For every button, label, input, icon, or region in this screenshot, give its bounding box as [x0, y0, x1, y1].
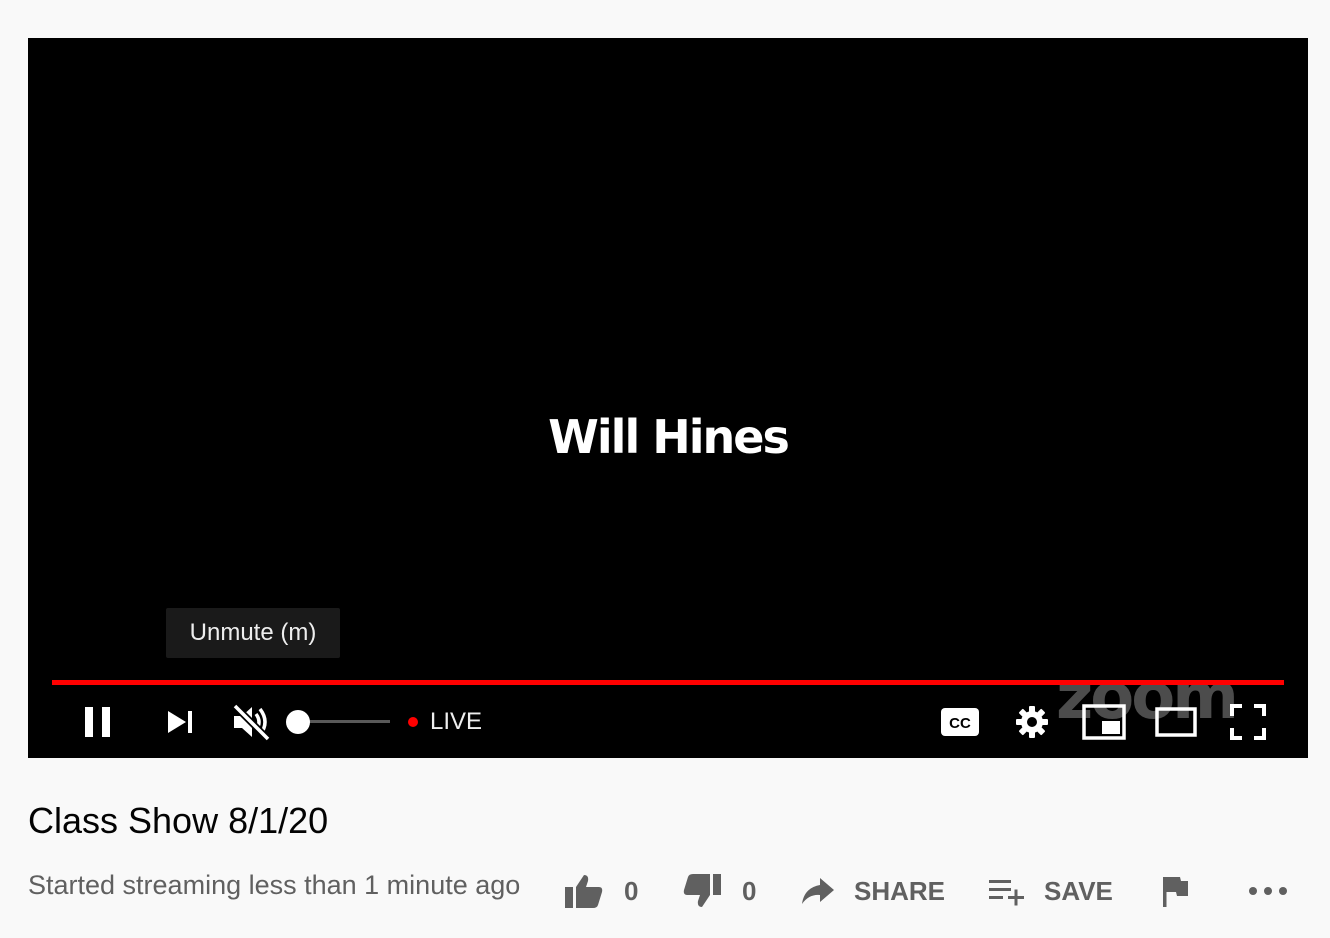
save-label: SAVE — [1044, 875, 1113, 906]
muted-volume-icon — [232, 703, 271, 742]
fullscreen-button[interactable] — [1224, 696, 1272, 748]
thumbs-up-icon — [565, 875, 603, 908]
cc-icon: CC — [941, 708, 979, 736]
miniplayer-icon — [1082, 704, 1126, 740]
video-title: Class Show 8/1/20 — [28, 800, 329, 841]
live-indicator[interactable]: LIVE — [408, 696, 482, 748]
video-frame-text: Will Hines — [548, 410, 790, 464]
volume-track — [298, 720, 390, 723]
player-controls: LIVE CC — [28, 696, 1308, 748]
pause-button[interactable] — [74, 696, 122, 748]
share-label: SHARE — [854, 875, 946, 906]
flag-icon — [1163, 877, 1188, 907]
miniplayer-button[interactable] — [1080, 696, 1128, 748]
dislike-count: 0 — [742, 875, 757, 906]
pause-icon — [85, 707, 110, 737]
unmute-tooltip: Unmute (m) — [166, 608, 340, 658]
thumbs-down-icon — [683, 874, 721, 907]
like-count: 0 — [624, 875, 639, 906]
theater-mode-button[interactable] — [1152, 696, 1200, 748]
volume-knob[interactable] — [286, 710, 310, 734]
svg-text:CC: CC — [949, 715, 971, 732]
progress-bar[interactable] — [52, 680, 1284, 685]
report-button[interactable] — [1160, 866, 1190, 916]
fullscreen-icon — [1230, 704, 1266, 740]
captions-button[interactable]: CC — [936, 696, 984, 748]
share-icon — [802, 878, 834, 904]
more-icon — [1249, 887, 1287, 895]
gear-icon — [1016, 706, 1048, 738]
next-icon — [168, 711, 192, 733]
like-button[interactable]: 0 — [564, 866, 638, 916]
live-dot — [408, 717, 418, 727]
mute-button[interactable] — [224, 696, 278, 748]
next-button[interactable] — [156, 696, 204, 748]
more-actions-button[interactable] — [1248, 866, 1288, 916]
stream-status: Started streaming less than 1 minute ago — [28, 870, 521, 900]
live-label: LIVE — [430, 708, 483, 735]
theater-icon — [1155, 707, 1197, 737]
dislike-button[interactable]: 0 — [682, 866, 756, 916]
share-button[interactable]: SHARE — [800, 866, 945, 916]
settings-button[interactable] — [1008, 696, 1056, 748]
playlist-add-icon — [989, 880, 1024, 906]
video-player[interactable]: Will Hines zoom Unmute (m) LIVE CC — [28, 38, 1308, 758]
save-button[interactable]: SAVE — [988, 866, 1113, 916]
volume-slider[interactable] — [286, 696, 392, 748]
